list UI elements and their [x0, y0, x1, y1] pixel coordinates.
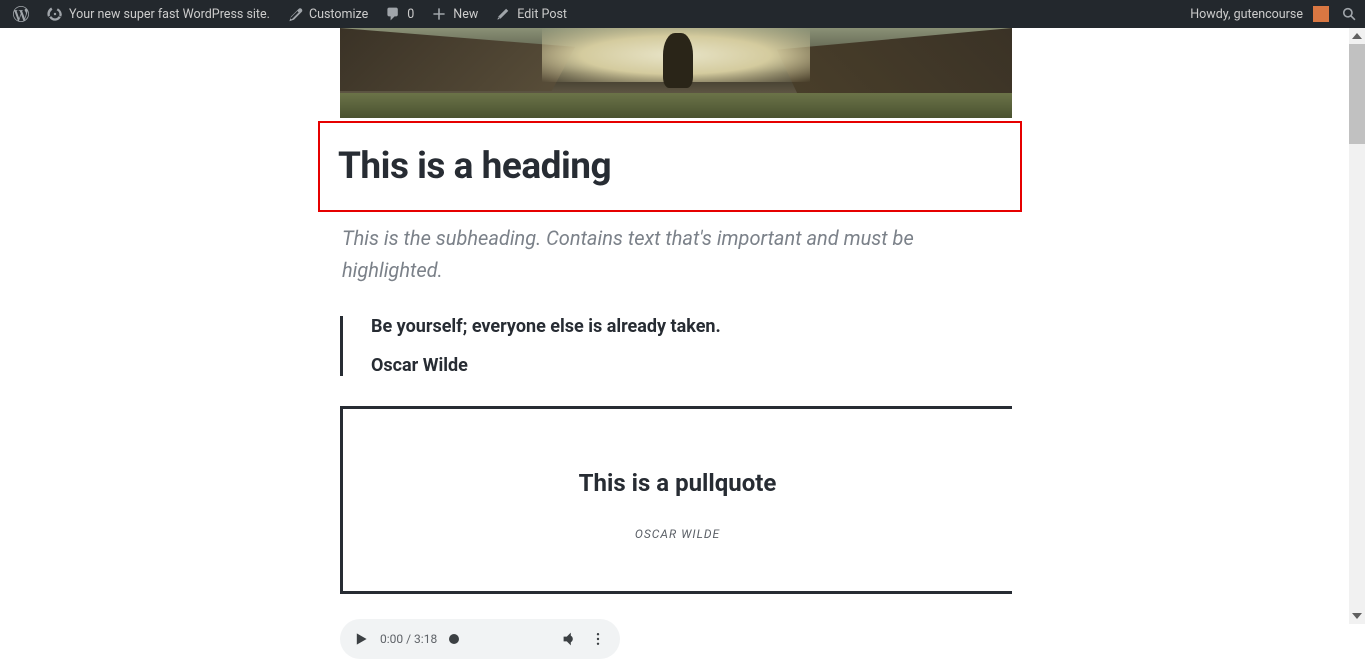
blockquote: Be yourself; everyone else is already ta… — [340, 316, 1012, 376]
scroll-thumb[interactable] — [1349, 44, 1365, 144]
post-subheading: This is the subheading. Contains text th… — [340, 222, 1012, 286]
pullquote: This is a pullquote OSCAR WILDE — [340, 406, 1012, 594]
edit-post-text: Edit Post — [517, 7, 567, 22]
play-icon — [354, 632, 368, 646]
pullquote-text: This is a pullquote — [373, 469, 982, 497]
vertical-scrollbar[interactable] — [1349, 28, 1365, 624]
customize-link[interactable]: Customize — [278, 0, 376, 28]
audio-more-button[interactable] — [590, 631, 606, 647]
blockquote-author: Oscar Wilde — [371, 355, 1012, 376]
dashboard-icon — [46, 5, 64, 23]
comments-count: 0 — [407, 7, 414, 22]
wp-logo[interactable] — [4, 0, 38, 28]
new-link[interactable]: New — [422, 0, 486, 28]
user-menu[interactable]: Howdy, gutencourse — [1182, 0, 1337, 28]
new-text: New — [453, 7, 478, 22]
wordpress-icon — [12, 5, 30, 23]
edit-post-link[interactable]: Edit Post — [486, 0, 575, 28]
audio-time: 0:00 / 3:18 — [380, 632, 437, 646]
avatar — [1313, 6, 1329, 22]
howdy-text: Howdy, gutencourse — [1190, 7, 1303, 22]
audio-progress-indicator[interactable] — [449, 634, 459, 644]
heading-highlight-box: This is a heading — [318, 121, 1022, 212]
edit-icon — [494, 5, 512, 23]
wp-admin-bar: Your new super fast WordPress site. Cust… — [0, 0, 1365, 28]
content-area: This is a heading This is the subheading… — [340, 28, 1012, 659]
blockquote-text: Be yourself; everyone else is already ta… — [371, 316, 1012, 337]
chevron-down-icon — [1352, 611, 1362, 621]
search-button[interactable] — [1337, 2, 1361, 26]
customize-icon — [286, 5, 304, 23]
more-vertical-icon — [590, 631, 606, 647]
search-icon — [1340, 5, 1358, 23]
volume-icon — [562, 631, 578, 647]
scroll-down-button[interactable] — [1349, 608, 1365, 624]
admin-bar-right: Howdy, gutencourse — [1182, 0, 1361, 28]
site-name-text: Your new super fast WordPress site. — [69, 7, 270, 22]
audio-player: 0:00 / 3:18 — [340, 619, 620, 659]
admin-bar-left: Your new super fast WordPress site. Cust… — [4, 0, 575, 28]
post-heading: This is a heading — [338, 145, 1002, 188]
volume-button[interactable] — [562, 631, 578, 647]
plus-icon — [430, 5, 448, 23]
scroll-up-button[interactable] — [1349, 28, 1365, 44]
site-name-link[interactable]: Your new super fast WordPress site. — [38, 0, 278, 28]
comments-icon — [384, 5, 402, 23]
play-button[interactable] — [354, 632, 368, 646]
pullquote-author: OSCAR WILDE — [373, 527, 982, 541]
chevron-up-icon — [1352, 31, 1362, 41]
customize-text: Customize — [309, 7, 368, 22]
comments-link[interactable]: 0 — [376, 0, 422, 28]
hero-image — [340, 28, 1012, 118]
